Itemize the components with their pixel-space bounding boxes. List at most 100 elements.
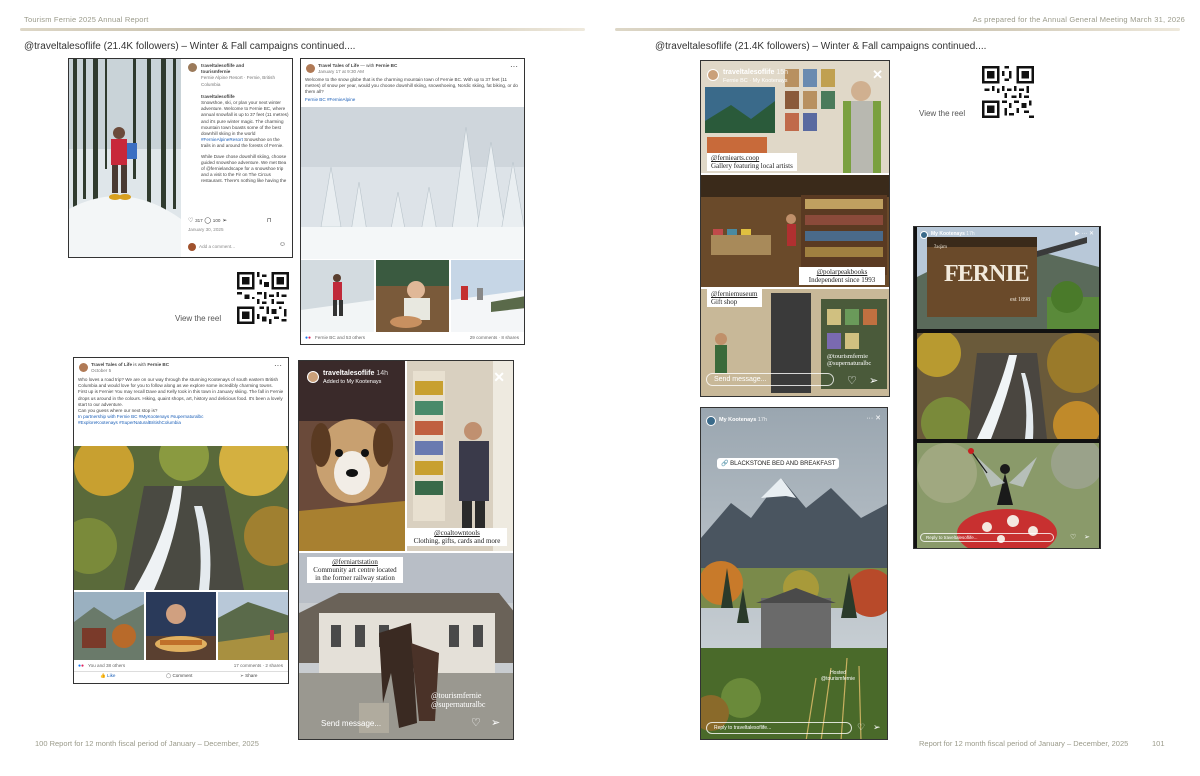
post-tags[interactable]: Fernie BC #FernieAlpine	[305, 97, 355, 103]
emoji-icon[interactable]: ☺	[279, 241, 286, 248]
send-icon[interactable]: ➢	[873, 722, 881, 733]
more-icon[interactable]: ··· ✕	[866, 414, 881, 422]
story-label-gallery: @ferniearts.coop Gallery featuring local …	[707, 153, 797, 171]
story-account[interactable]: My Kootenays 17h	[719, 417, 767, 423]
campaign-heading: @traveltalesoflife (21.4K followers) – W…	[24, 41, 356, 52]
reaction-icons: ●●	[305, 335, 312, 341]
view-reel-label: View the reel	[919, 109, 966, 118]
heart-icon[interactable]: ♡	[188, 218, 193, 224]
heart-icon[interactable]: ♡	[1070, 533, 1076, 541]
send-icon[interactable]: ➢	[491, 716, 500, 729]
story-subtitle[interactable]: Fernie BC · My Kootenays	[723, 78, 788, 84]
heart-icon[interactable]: ♡	[471, 716, 481, 729]
caption-text: Snowshoe, ski, or plan your next winter …	[201, 100, 289, 149]
instagram-post-winter: traveltalesoflife and tourismfernie Fern…	[68, 58, 293, 258]
post-date: January 30, 2025	[188, 227, 224, 232]
avatar	[79, 363, 88, 372]
footer-right: Report for 12 month fiscal period of Jan…	[919, 739, 1129, 748]
story-label-artstation: @ferniartstation Community art centre loc…	[307, 557, 403, 583]
right-page: As prepared for the Annual General Meeti…	[600, 0, 1200, 776]
more-icon[interactable]: ···	[274, 361, 282, 370]
location-sticker[interactable]: 🔗 BLACKSTONE BED AND BREAKFAST	[717, 458, 840, 469]
post-date: October 5	[91, 368, 112, 373]
reply-input[interactable]: Reply to traveltalesoflife...	[920, 533, 1054, 542]
avatar	[707, 69, 719, 81]
share-button[interactable]: ➢ Share	[240, 673, 257, 679]
avatar	[920, 231, 928, 239]
story-tag: @tourismfernie @supernaturalbc	[827, 353, 872, 367]
instagram-story-fernie-sign: ʔaq̓am FERNIE est 1898 My Kootenays 17h …	[913, 226, 1101, 549]
post-stats[interactable]: 29 comments · 8 shares	[470, 335, 519, 341]
qr-code[interactable]	[982, 66, 1034, 118]
header-subtitle: As prepared for the Annual General Meeti…	[972, 15, 1185, 24]
header-divider	[20, 28, 585, 31]
share-icon[interactable]: ➢	[222, 218, 227, 224]
comments-count: 100	[212, 218, 221, 223]
sign-word: FERNIE	[944, 261, 1030, 287]
facebook-post-winter: Travel Tales of Life — with Fernie BC Ja…	[300, 58, 525, 345]
hiking-trail-photo	[218, 592, 288, 660]
view-reel-label: View the reel	[175, 314, 222, 323]
comment-button[interactable]: ◯ Comment	[166, 673, 192, 679]
fall-waterfall-photo	[917, 333, 1099, 439]
avatar	[188, 243, 196, 251]
comment-icon[interactable]: ◯	[204, 218, 211, 224]
story-account[interactable]: traveltalesoflife 15h	[723, 69, 788, 76]
sign-text-top: ʔaq̓am	[934, 245, 948, 250]
post-actions: ♡ 317 ◯ 100 ➢ ⊓	[188, 217, 272, 224]
restaurant-diner-photo	[376, 260, 449, 332]
reactions-text[interactable]: Fernie BC and 53 others	[315, 335, 365, 341]
sign-year: est 1898	[1010, 297, 1031, 303]
snowy-forest-photo	[301, 107, 524, 259]
qr-code[interactable]	[237, 272, 289, 324]
reactions-text[interactable]: You and 38 others	[88, 663, 125, 669]
story-subtitle[interactable]: Added to My Kootenays	[323, 379, 381, 385]
reply-input[interactable]: Reply to traveltalesoflife...	[706, 722, 852, 734]
send-message-input[interactable]: Send message...	[321, 719, 381, 728]
story-account[interactable]: My Kootenays 17h	[931, 231, 975, 237]
post-stats[interactable]: 17 comments · 2 shares	[234, 663, 283, 669]
add-comment-input[interactable]: Add a comment...	[199, 244, 235, 250]
instagram-caption-panel: traveltalesoflife and tourismfernie Fern…	[183, 59, 292, 257]
comment-icon: ◯	[166, 673, 172, 678]
heart-icon[interactable]: ♡	[857, 722, 865, 733]
post-location[interactable]: Fernie Alpine Resort · Fernie, British C…	[201, 75, 289, 87]
instagram-story-blackstone: My Kootenays 17h ··· ✕ 🔗 BLACKSTONE BED …	[700, 407, 888, 740]
bookmark-icon[interactable]: ⊓	[267, 218, 272, 224]
story-tag: @tourismfernie @supernaturalbc	[431, 691, 486, 709]
waterfall-photo	[74, 446, 288, 590]
likes-count: 317	[195, 218, 203, 223]
header-divider	[615, 28, 1180, 31]
ski-portrait-photo	[451, 260, 524, 332]
avatar	[706, 416, 716, 426]
more-icon[interactable]: ···	[510, 62, 518, 71]
story-label-bookstore: @polarpeakbooks Independent since 1993	[799, 267, 885, 285]
snowshoer-photo	[301, 260, 374, 332]
post-text: Welcome to the snow globe that is the ch…	[305, 77, 518, 95]
facebook-post-fall: Travel Tales of Life is with Fernie BC O…	[73, 357, 289, 684]
send-message-input[interactable]: Send message...	[706, 373, 834, 386]
instagram-story-coaltown: traveltalesoflife 14h Added to My Kooten…	[298, 360, 514, 740]
close-icon[interactable]: ✕	[493, 369, 505, 386]
post-text: Who loves a road trip? We are on our way…	[78, 377, 284, 426]
avatar	[188, 63, 197, 72]
share-icon: ➢	[240, 673, 244, 678]
send-icon[interactable]: ➢	[1084, 533, 1090, 541]
more-icon[interactable]: ▶ ··· ✕	[1075, 230, 1094, 237]
campaign-heading: @traveltalesoflife (21.4K followers) – W…	[655, 41, 987, 52]
story-tag: Hosted @tourismfernie	[821, 670, 855, 682]
like-button[interactable]: 👍 Like	[100, 673, 115, 679]
header-title: Tourism Fernie 2025 Annual Report	[24, 15, 149, 24]
page-number: 101	[1152, 739, 1165, 748]
footer-left: 100 Report for 12 month fiscal period of…	[35, 739, 259, 748]
story-label-coaltown: @coaltowntools Clothing, gifts, cards and…	[407, 528, 507, 546]
instagram-story-shops: traveltalesoflife 15h Fernie BC · My Koo…	[700, 60, 890, 397]
story-account[interactable]: traveltalesoflife 14h	[323, 370, 388, 377]
mountain-town-photo	[74, 592, 144, 660]
heart-icon[interactable]: ♡	[847, 374, 857, 387]
avatar	[306, 64, 315, 73]
send-icon[interactable]: ➢	[869, 374, 878, 387]
avatar	[307, 371, 319, 383]
left-page: Tourism Fernie 2025 Annual Report @trave…	[0, 0, 600, 776]
close-icon[interactable]: ✕	[872, 67, 883, 83]
